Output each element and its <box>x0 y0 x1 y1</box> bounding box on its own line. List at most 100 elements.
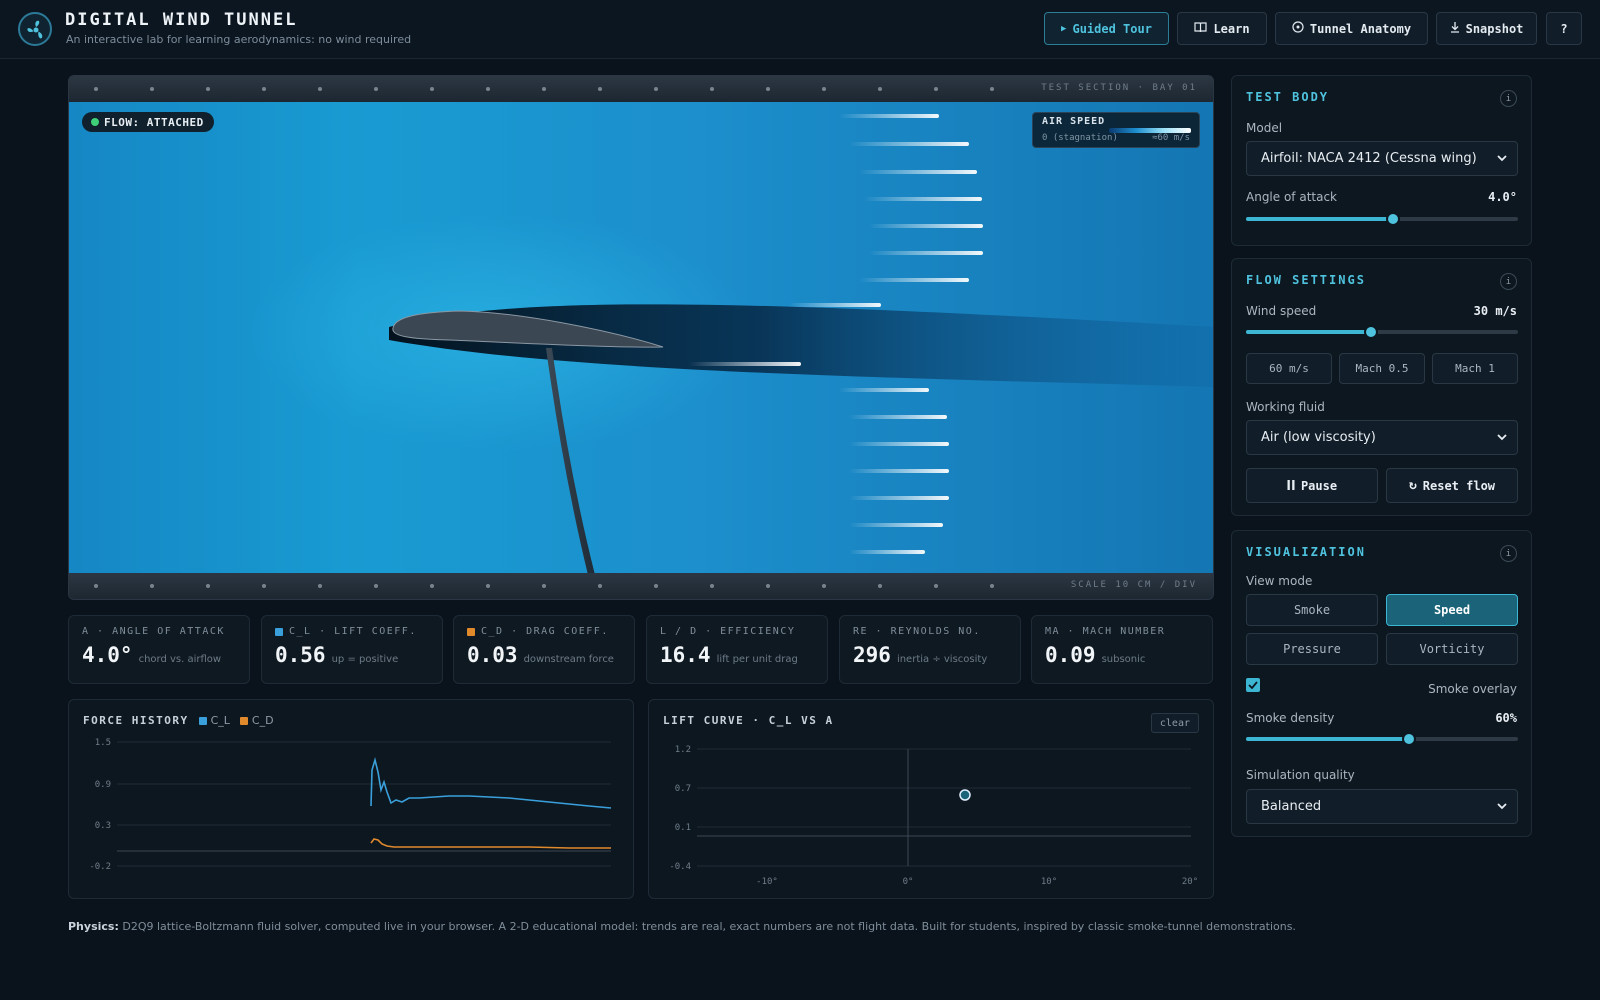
wind-speed-label: Wind speed <box>1246 304 1317 318</box>
rivet <box>150 87 154 91</box>
mode-pressure-button[interactable]: Pressure <box>1246 633 1378 665</box>
rivet <box>766 87 770 91</box>
rivet <box>430 584 434 588</box>
rivet <box>206 87 210 91</box>
reset-flow-button[interactable]: ↻ Reset flow <box>1386 468 1518 503</box>
rivet <box>94 87 98 91</box>
force-history-plot: 1.5 0.9 0.3 -0.2 <box>89 738 612 872</box>
slider-thumb[interactable] <box>1385 212 1400 226</box>
smoke-overlay-checkbox[interactable] <box>1246 678 1260 692</box>
smoke-density-value: 60% <box>1495 711 1517 725</box>
pause-button[interactable]: Pause <box>1246 468 1378 503</box>
simulation-quality-select[interactable]: Balanced <box>1246 789 1518 824</box>
flow-field[interactable]: FLOW: ATTACHED AIR SPEED 0 (stagnation) … <box>69 102 1213 575</box>
slider-thumb[interactable] <box>1402 732 1417 746</box>
preset-60ms-button[interactable]: 60 m/s <box>1246 353 1332 384</box>
rivet <box>94 584 98 588</box>
force-history-chart: 1.5 0.9 0.3 -0.2 FORCE HISTORY C_L C_D <box>68 699 634 899</box>
stat-lift-drag-ratio: L / D · EFFICIENCY 16.4 lift per unit dra… <box>646 615 828 684</box>
app-subtitle: An interactive lab for learning aerodyna… <box>66 33 412 46</box>
tunnel-bottom-rail: SCALE 10 CM / DIV <box>69 573 1213 599</box>
preset-mach-1-button[interactable]: Mach 1 <box>1432 353 1518 384</box>
smoke-density-slider[interactable] <box>1246 732 1518 746</box>
app-header: DIGITAL WIND TUNNEL An interactive lab f… <box>0 0 1600 59</box>
y-tick-label: 0.9 <box>95 780 111 790</box>
lift-curve-title: LIFT CURVE · C_L VS A <box>663 714 834 727</box>
rivet <box>710 584 714 588</box>
y-tick-label: 1.2 <box>675 745 691 755</box>
info-icon[interactable]: i <box>1500 545 1517 562</box>
stat-reynolds-number: RE · REYNOLDS NO. 296 inertia ÷ viscosity <box>839 615 1021 684</box>
rivet <box>990 87 994 91</box>
wind-tunnel-view[interactable]: TEST SECTION · BAY 01 FLOW: ATTACHED AIR… <box>68 75 1214 600</box>
app-title: DIGITAL WIND TUNNEL <box>65 10 298 30</box>
rivet <box>150 584 154 588</box>
fan-icon <box>18 12 52 46</box>
rivet <box>318 87 322 91</box>
clear-lift-curve-button[interactable]: clear <box>1150 713 1199 733</box>
rivet <box>766 584 770 588</box>
model-select[interactable]: Airfoil: NACA 2412 (Cessna wing) <box>1246 141 1518 176</box>
preset-mach-05-button[interactable]: Mach 0.5 <box>1339 353 1425 384</box>
rivet <box>206 584 210 588</box>
target-icon <box>1292 21 1304 36</box>
drag-swatch-icon <box>467 627 475 636</box>
learn-button[interactable]: Learn <box>1177 12 1267 45</box>
slider-thumb[interactable] <box>1364 325 1379 339</box>
snapshot-button[interactable]: Snapshot <box>1436 12 1537 45</box>
help-button[interactable]: ? <box>1546 12 1582 45</box>
test-section-label: TEST SECTION · BAY 01 <box>1041 83 1197 93</box>
guided-tour-button[interactable]: ▶ Guided Tour <box>1044 12 1169 45</box>
mode-vorticity-button[interactable]: Vorticity <box>1386 633 1518 665</box>
wind-speed-value: 30 m/s <box>1473 304 1517 318</box>
rivet <box>318 584 322 588</box>
x-tick-label: 0° <box>903 877 914 887</box>
force-history-title: FORCE HISTORY <box>83 714 189 727</box>
x-tick-label: 20° <box>1182 877 1198 887</box>
book-icon <box>1194 21 1208 36</box>
y-tick-label: -0.2 <box>89 862 111 872</box>
test-body-panel: TEST BODY i Model Airfoil: NACA 2412 (Ce… <box>1231 75 1532 246</box>
mode-speed-button[interactable]: Speed <box>1386 594 1518 626</box>
rivet <box>262 584 266 588</box>
y-tick-label: -0.4 <box>669 862 691 872</box>
y-tick-label: 0.3 <box>95 821 111 831</box>
aoa-slider[interactable] <box>1246 212 1518 226</box>
legend-lift: C_L <box>198 714 230 727</box>
rivet <box>878 584 882 588</box>
lift-curve-chart: 1.2 0.7 0.1 -0.4 -10° 0° 10° 20° LIFT CU… <box>648 699 1214 899</box>
tunnel-anatomy-button[interactable]: Tunnel Anatomy <box>1275 12 1428 45</box>
visualization-title: VISUALIZATION <box>1246 545 1366 559</box>
chevron-down-icon <box>1497 803 1507 810</box>
rivet <box>990 584 994 588</box>
mode-smoke-button[interactable]: Smoke <box>1246 594 1378 626</box>
rivet <box>654 584 658 588</box>
legend-drag: C_D <box>239 714 274 727</box>
y-tick-label: 1.5 <box>95 738 111 748</box>
view-mode-label: View mode <box>1246 574 1313 588</box>
flow-status-badge: FLOW: ATTACHED <box>82 112 214 132</box>
rivet <box>374 584 378 588</box>
download-icon <box>1450 21 1460 36</box>
rivet <box>430 87 434 91</box>
chevron-down-icon <box>1497 155 1507 162</box>
rivet <box>654 87 658 91</box>
rivet <box>598 87 602 91</box>
x-tick-label: -10° <box>756 877 778 887</box>
y-tick-label: 0.1 <box>675 823 691 833</box>
stat-mach-number: MA · MACH NUMBER 0.09 subsonic <box>1031 615 1213 684</box>
rivet <box>710 87 714 91</box>
info-icon[interactable]: i <box>1500 90 1517 107</box>
rivet <box>542 87 546 91</box>
rivet <box>486 87 490 91</box>
working-fluid-select[interactable]: Air (low viscosity) <box>1246 420 1518 455</box>
info-icon[interactable]: i <box>1500 273 1517 290</box>
support-strut <box>546 348 595 575</box>
stat-angle-of-attack: A · ANGLE OF ATTACK 4.0° chord vs. airflo… <box>68 615 250 684</box>
wind-speed-slider[interactable] <box>1246 325 1518 339</box>
lift-curve-plot: 1.2 0.7 0.1 -0.4 -10° 0° 10° 20° <box>669 745 1198 887</box>
scale-label: SCALE 10 CM / DIV <box>1070 580 1197 590</box>
refresh-icon: ↻ <box>1408 478 1417 493</box>
working-fluid-label: Working fluid <box>1246 400 1325 414</box>
rivet <box>262 87 266 91</box>
